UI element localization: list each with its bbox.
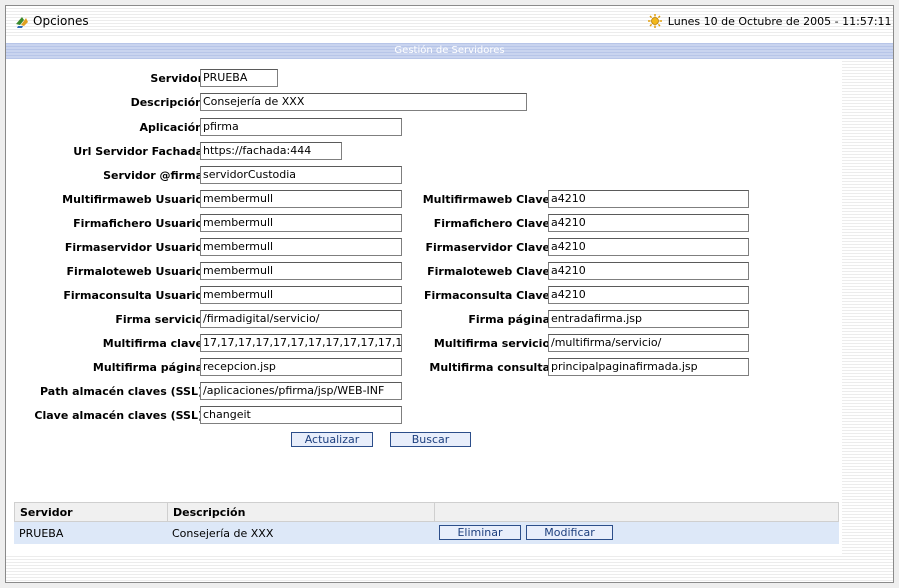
eliminar-button[interactable]: Eliminar <box>439 525 521 540</box>
descripcion-field[interactable]: Consejería de XXX <box>200 93 527 111</box>
url-fachada-field[interactable]: https://fachada:444 <box>200 142 342 160</box>
firmaconsulta-clave-field[interactable]: a4210 <box>548 286 749 304</box>
label-servidor-firma: Servidor @firma <box>103 169 203 182</box>
cell-descripcion: Consejería de XXX <box>172 526 274 540</box>
actualizar-button[interactable]: Actualizar <box>291 432 373 447</box>
firmaloteweb-usuario-field[interactable]: membermull <box>200 262 402 280</box>
multifirma-servicio-field[interactable]: /multifirma/servicio/ <box>548 334 749 352</box>
label-firmaconsulta-clave: Firmaconsulta Clave <box>423 289 550 302</box>
multifirmaweb-usuario-field[interactable]: membermull <box>200 190 402 208</box>
label-firmaservidor-usuario: Firmaservidor Usuario <box>64 241 203 254</box>
window-frame: Opciones Lunes 10 de Octubre de 2005 - 1… <box>5 5 894 583</box>
servidor-field[interactable]: PRUEBA <box>200 69 278 87</box>
firma-pagina-field[interactable]: entradafirma.jsp <box>548 310 749 328</box>
options-icon <box>16 17 28 28</box>
column-header-actions <box>435 503 840 521</box>
label-firma-servicio: Firma servicio <box>115 313 203 326</box>
label-multifirmaweb-clave: Multifirmaweb Clave <box>422 193 550 206</box>
bottom-strip <box>6 554 893 582</box>
section-header: Gestión de Servidores <box>6 43 893 59</box>
table-row[interactable]: PRUEBA Consejería de XXX Eliminar Modifi… <box>14 522 839 544</box>
label-multifirma-pagina: Multifirma página <box>92 361 203 374</box>
label-descripcion: Descripción <box>130 96 203 109</box>
firmaservidor-clave-field[interactable]: a4210 <box>548 238 749 256</box>
page-title-area: Opciones <box>14 14 89 28</box>
label-url-fachada: Url Servidor Fachada <box>73 145 203 158</box>
label-firmafichero-usuario: Firmafichero Usuario <box>73 217 203 230</box>
firmaloteweb-clave-field[interactable]: a4210 <box>548 262 749 280</box>
clave-almacen-field[interactable]: changeit <box>200 406 402 424</box>
top-bar: Opciones Lunes 10 de Octubre de 2005 - 1… <box>6 6 893 36</box>
multifirma-consulta-field[interactable]: principalpaginafirmada.jsp <box>548 358 749 376</box>
label-aplicacion: Aplicación <box>139 121 203 134</box>
servidor-firma-field[interactable]: servidorCustodia <box>200 166 402 184</box>
table-header: Servidor Descripción <box>14 502 839 522</box>
firmafichero-usuario-field[interactable]: membermull <box>200 214 402 232</box>
label-multifirma-clave: Multifirma clave <box>102 337 203 350</box>
column-header-servidor: Servidor <box>15 503 168 521</box>
label-multifirma-consulta: Multifirma consulta <box>429 361 550 374</box>
firmaconsulta-usuario-field[interactable]: membermull <box>200 286 402 304</box>
page-title: Opciones <box>33 14 89 28</box>
label-firma-pagina: Firma página <box>468 313 550 326</box>
label-firmaloteweb-usuario: Firmaloteweb Usuario <box>66 265 203 278</box>
modificar-button[interactable]: Modificar <box>526 525 613 540</box>
label-firmaconsulta-usuario: Firmaconsulta Usuario <box>63 289 203 302</box>
firma-servicio-field[interactable]: /firmadigital/servicio/ <box>200 310 402 328</box>
multifirma-clave-field[interactable]: 17,17,17,17,17,17,17,17,17,17,17,17 <box>200 334 402 352</box>
multifirmaweb-clave-field[interactable]: a4210 <box>548 190 749 208</box>
right-padding-area <box>842 59 893 582</box>
firmafichero-clave-field[interactable]: a4210 <box>548 214 749 232</box>
server-form: Servidor PRUEBA Descripción Consejería d… <box>6 59 893 489</box>
path-almacen-field[interactable]: /aplicaciones/pfirma/jsp/WEB-INF <box>200 382 402 400</box>
label-clave-almacen: Clave almacén claves (SSL) <box>34 409 203 422</box>
label-servidor: Servidor <box>150 72 203 85</box>
multifirma-pagina-field[interactable]: recepcion.jsp <box>200 358 402 376</box>
sun-icon <box>647 14 662 28</box>
results-table: Servidor Descripción PRUEBA Consejería d… <box>14 502 839 544</box>
label-firmaloteweb-clave: Firmaloteweb Clave <box>427 265 550 278</box>
datetime-text: Lunes 10 de Octubre de 2005 - 11:57:11 - <box>667 14 894 28</box>
label-firmafichero-clave: Firmafichero Clave <box>433 217 550 230</box>
buscar-button[interactable]: Buscar <box>390 432 471 447</box>
cell-servidor: PRUEBA <box>19 526 64 540</box>
firmaservidor-usuario-field[interactable]: membermull <box>200 238 402 256</box>
column-header-descripcion: Descripción <box>168 503 435 521</box>
datetime-area: Lunes 10 de Octubre de 2005 - 11:57:11 - <box>647 14 894 28</box>
aplicacion-field[interactable]: pfirma <box>200 118 402 136</box>
label-multifirma-servicio: Multifirma servicio <box>433 337 550 350</box>
label-multifirmaweb-usuario: Multifirmaweb Usuario <box>62 193 203 206</box>
label-firmaservidor-clave: Firmaservidor Clave <box>425 241 550 254</box>
label-path-almacen: Path almacén claves (SSL) <box>40 385 203 398</box>
